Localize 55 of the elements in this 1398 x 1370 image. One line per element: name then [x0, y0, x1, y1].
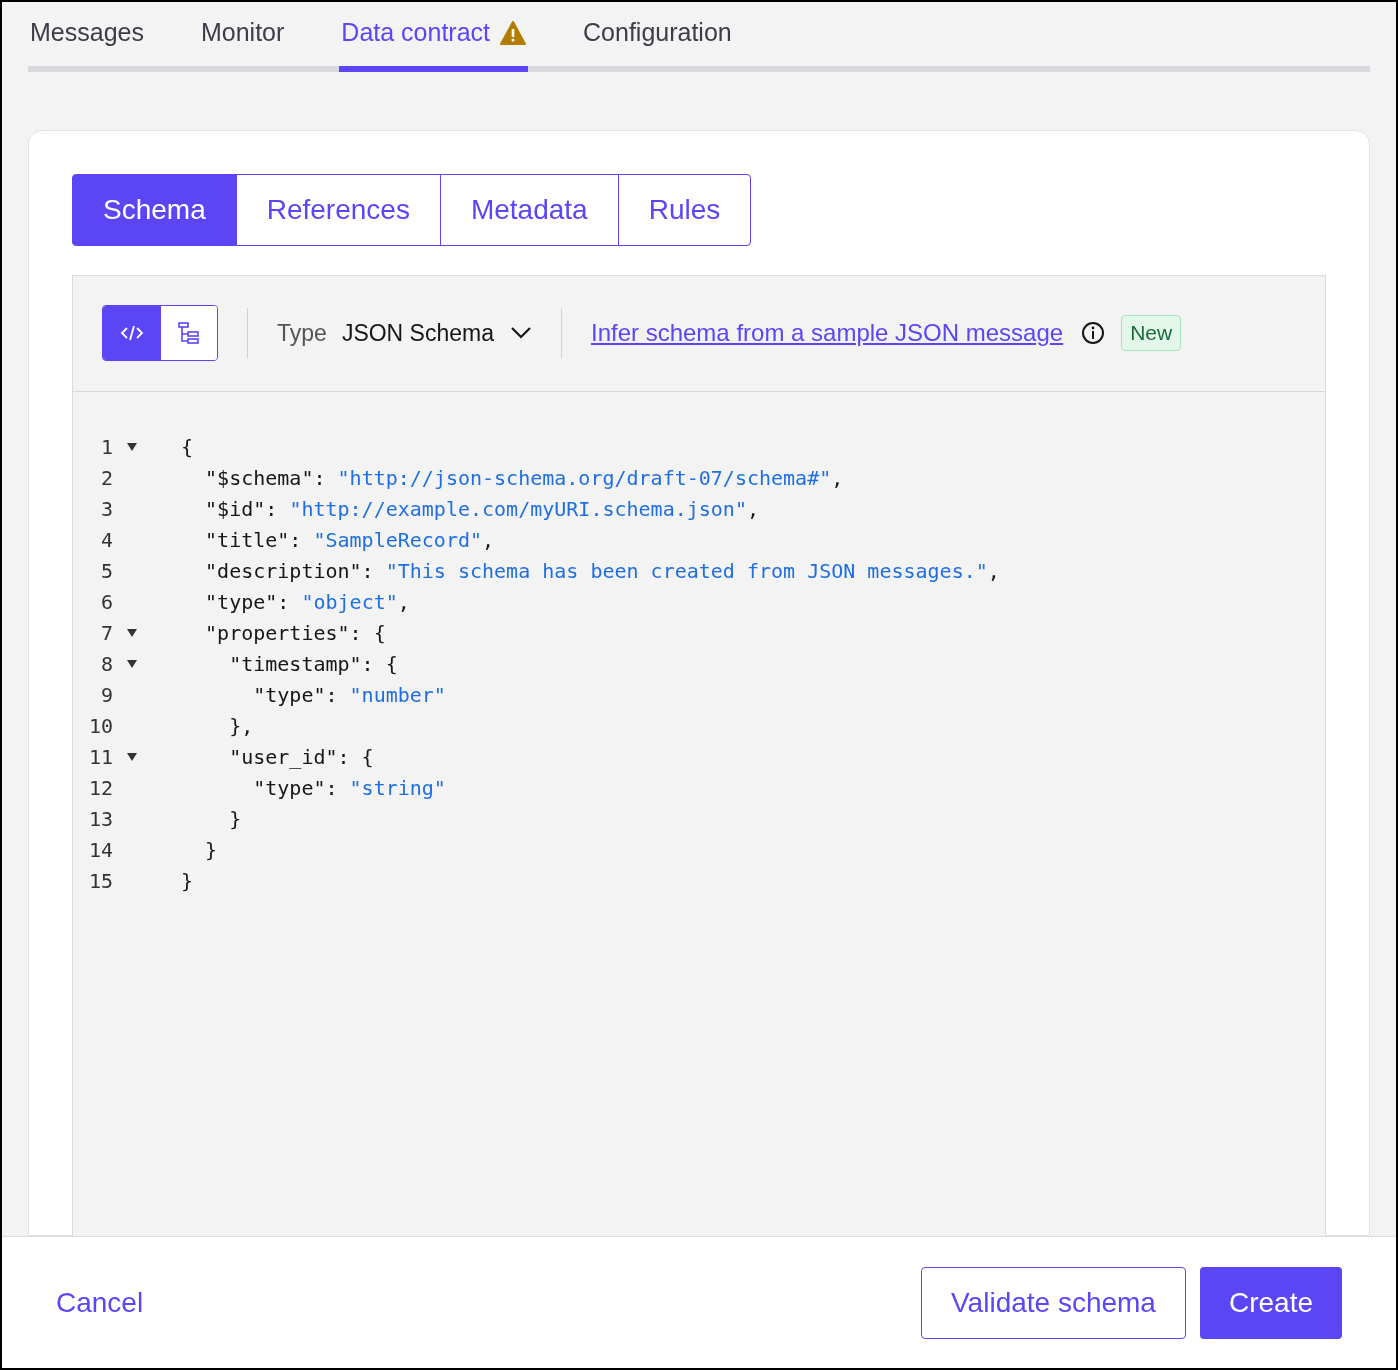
fold-arrow-icon[interactable] [127, 660, 137, 668]
infer-schema-link[interactable]: Infer schema from a sample JSON message [591, 315, 1064, 351]
segment-tab[interactable]: Rules [617, 173, 752, 246]
tab[interactable]: Monitor [198, 14, 287, 72]
code-line: "type": "object", [204, 589, 410, 616]
code-line: "timestamp": { [228, 651, 398, 678]
code-line: "description": "This schema has been created from JSON messages.", [204, 558, 1000, 585]
line-number: 3 [99, 496, 113, 523]
type-dropdown[interactable]: JSON Schema [341, 315, 532, 351]
line-number: 12 [87, 775, 113, 802]
code-line: } [204, 837, 218, 864]
code-line: }, [228, 713, 254, 740]
tab[interactable]: Data contract [339, 14, 528, 72]
code-line: "title": "SampleRecord", [204, 527, 495, 554]
line-number: 10 [87, 713, 113, 740]
tree-view-button[interactable] [160, 306, 217, 360]
new-badge: New [1121, 315, 1182, 351]
line-number: 1 [99, 434, 113, 461]
segment-tab[interactable]: Metadata [439, 173, 619, 246]
fold-arrow-icon[interactable] [127, 443, 137, 451]
code-line: } [181, 868, 194, 895]
code-line: "type": "number" [252, 682, 446, 709]
line-number: 7 [99, 620, 113, 647]
code-line: "$id": "http://example.com/myURI.schema.json", [204, 496, 759, 523]
line-number: 15 [87, 868, 113, 895]
code-view-button[interactable] [103, 306, 160, 360]
code-icon [118, 323, 145, 343]
tab[interactable]: Configuration [581, 14, 734, 72]
line-number: 14 [87, 837, 113, 864]
type-label: Type [277, 318, 327, 348]
cancel-button[interactable]: Cancel [56, 1281, 144, 1324]
code-line: "type": "string" [252, 775, 446, 802]
segment-tab[interactable]: Schema [72, 173, 237, 246]
validate-schema-button[interactable]: Validate schema [921, 1266, 1186, 1339]
info-icon[interactable] [1081, 321, 1106, 345]
code-line: "user_id": { [228, 744, 374, 771]
line-number: 4 [99, 527, 113, 554]
line-number: 13 [87, 806, 113, 833]
line-number: 9 [99, 682, 113, 709]
line-number: 2 [99, 465, 113, 492]
line-number: 5 [99, 558, 113, 585]
line-number: 8 [99, 651, 113, 678]
tab[interactable]: Messages [28, 14, 146, 72]
chevron-down-icon [510, 326, 532, 340]
line-number: 11 [87, 744, 113, 771]
code-line: "properties": { [204, 620, 386, 647]
fold-arrow-icon[interactable] [127, 753, 137, 761]
segment-tab[interactable]: References [235, 173, 441, 246]
tree-icon [177, 321, 201, 345]
create-button[interactable]: Create [1199, 1266, 1342, 1339]
fold-arrow-icon[interactable] [127, 629, 137, 637]
code-line: } [228, 806, 242, 833]
code-line: "$schema": "http://json-schema.org/draft-07/schema#", [204, 465, 844, 492]
code-line: { [181, 434, 194, 461]
line-number: 6 [99, 589, 113, 616]
